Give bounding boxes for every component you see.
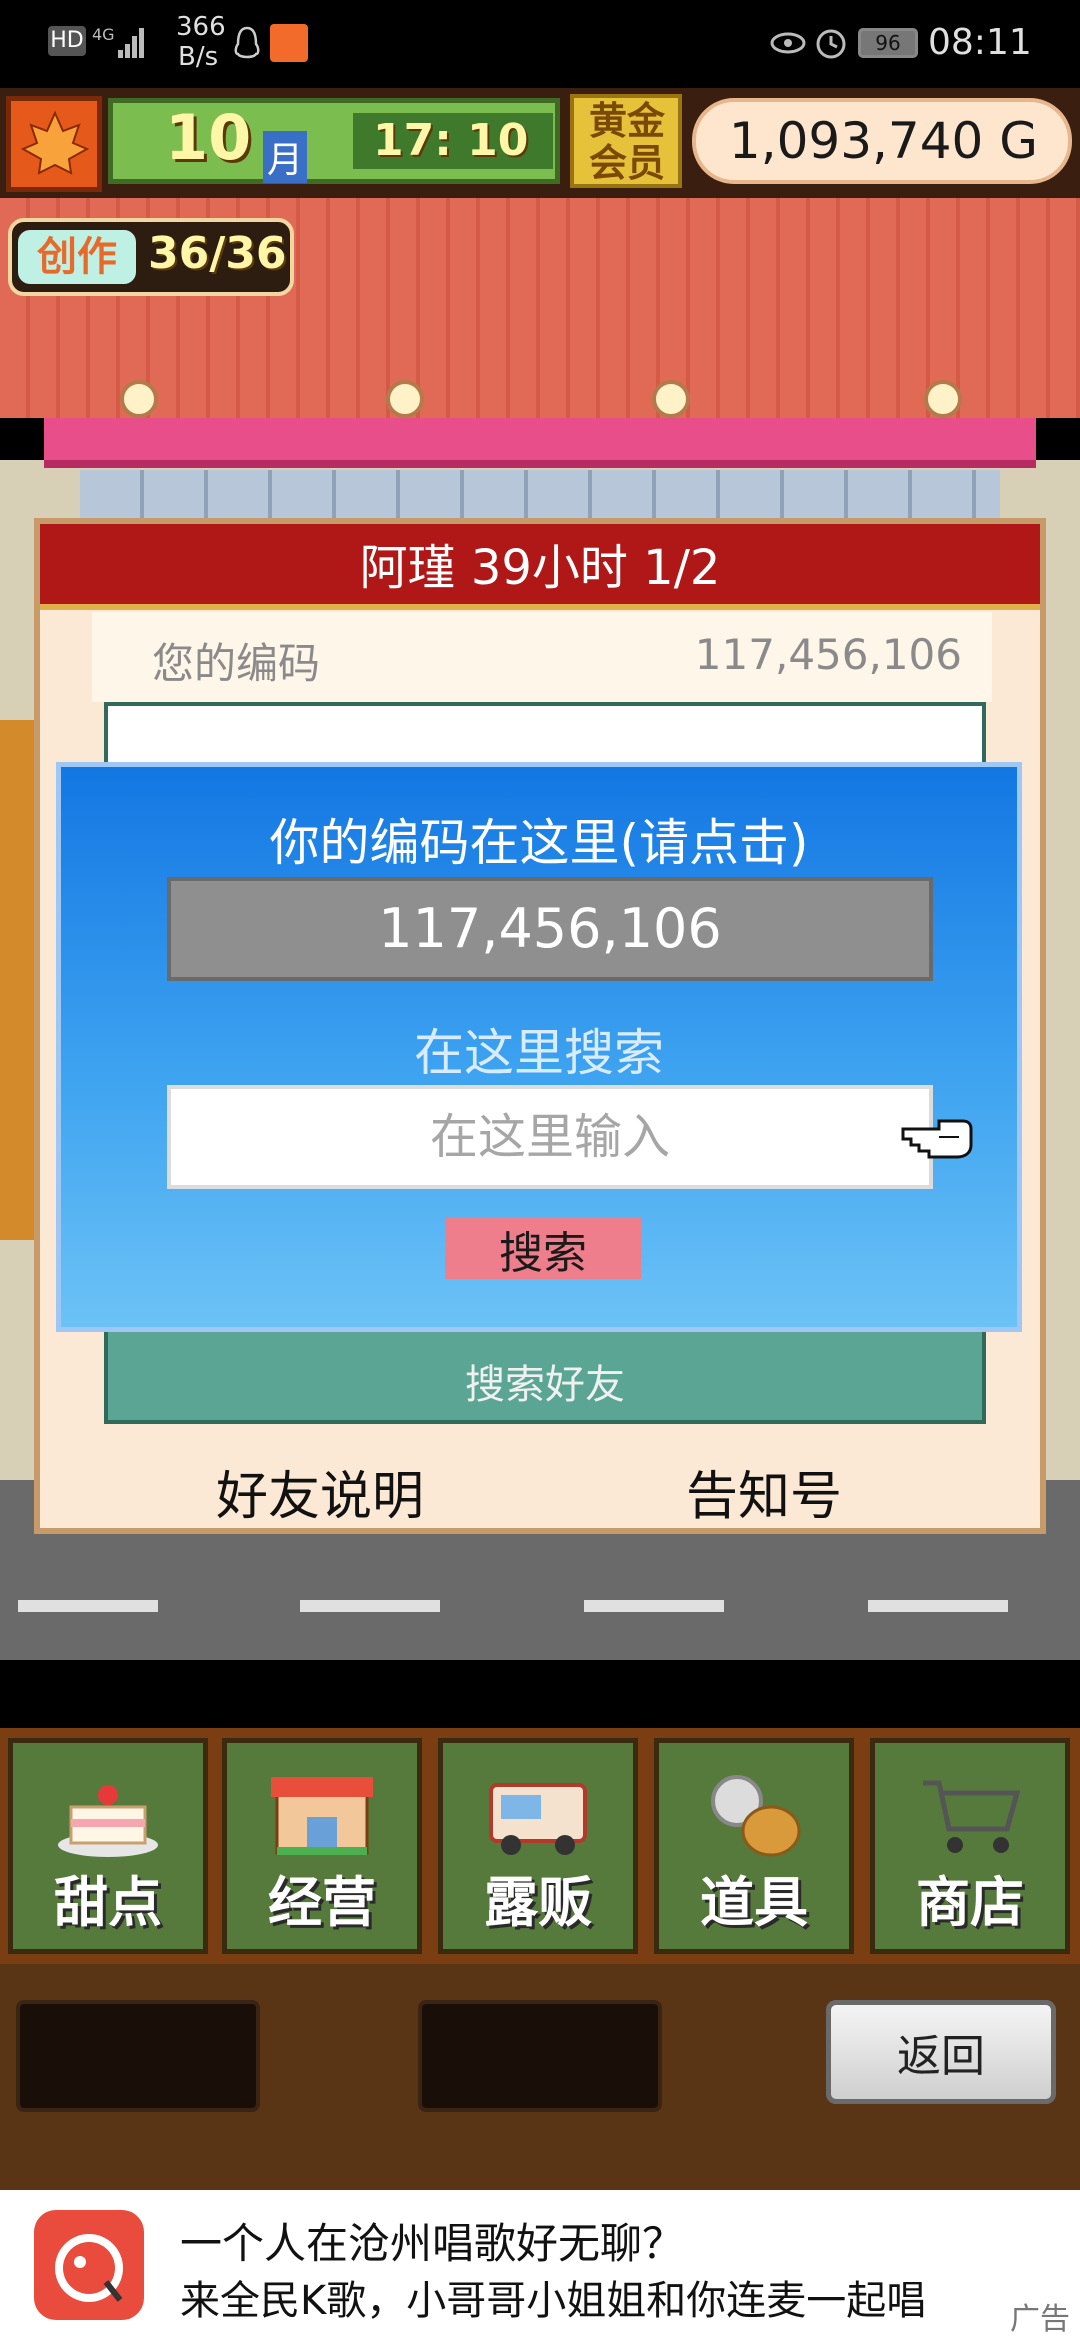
- lamp-icon: [386, 380, 424, 418]
- search-friend-button[interactable]: 搜索好友: [108, 1352, 982, 1410]
- empty-slot: [418, 2000, 662, 2112]
- my-code-field[interactable]: 117,456,106: [167, 877, 933, 981]
- my-code-label: 您的编码: [152, 639, 321, 688]
- signal-icon: 4G: [92, 20, 148, 60]
- lane-marking: [300, 1600, 440, 1612]
- game-time: 17: 10: [373, 115, 529, 166]
- friend-panel-title: 阿瑾 39小时 1/2: [359, 540, 721, 596]
- maple-leaf-icon: [19, 109, 91, 181]
- menu-label: 道具: [700, 1871, 808, 1934]
- gold-amount: 1,093,740 G: [728, 112, 1038, 170]
- gold-counter: 1,093,740 G: [692, 98, 1072, 184]
- alarm-icon: [814, 26, 848, 60]
- lane-marking: [868, 1600, 1008, 1612]
- create-counter[interactable]: 创作 36/36: [8, 218, 294, 296]
- menu-label: 露贩: [484, 1871, 592, 1934]
- eye-icon: [770, 30, 806, 56]
- friend-panel-header: 阿瑾 39小时 1/2: [40, 524, 1040, 610]
- qq-icon: [232, 26, 262, 60]
- month-number: 10: [165, 101, 252, 174]
- network-speed: 366: [176, 12, 226, 42]
- karaoke-app-icon[interactable]: [34, 2210, 144, 2320]
- menu-item-stall[interactable]: 露贩: [438, 1738, 638, 1954]
- season-button[interactable]: [6, 96, 102, 192]
- food-truck-icon: [483, 1763, 593, 1863]
- shop-icon: [267, 1763, 377, 1863]
- lamp-icon: [924, 380, 962, 418]
- vip-label: 黄金会员: [588, 99, 665, 185]
- ad-tag: 广告: [1010, 2302, 1070, 2337]
- menu-item-items[interactable]: 道具: [654, 1738, 854, 1954]
- lane-marking: [584, 1600, 724, 1612]
- search-title: 在这里搜索: [414, 1024, 664, 1082]
- my-code-row[interactable]: 您的编码 117,456,106: [92, 612, 992, 702]
- scene-divider: [0, 1660, 1080, 1728]
- pointing-hand-icon: [899, 1111, 975, 1163]
- friend-list-header: [108, 706, 982, 766]
- menu-label: 经营: [268, 1871, 376, 1934]
- menu-item-store[interactable]: 商店: [870, 1738, 1070, 1954]
- create-value: 36/36: [148, 228, 287, 279]
- status-bar: HD 4G 366 B/s 96 08:11: [0, 0, 1080, 88]
- notice-id-button[interactable]: 告知号: [686, 1454, 842, 1529]
- battery-level: 96: [875, 31, 901, 55]
- network-speed-unit: B/s: [178, 42, 219, 72]
- search-button[interactable]: 搜索: [445, 1217, 641, 1279]
- hd-icon: HD: [48, 26, 86, 56]
- my-code-value: 117,456,106: [694, 630, 962, 679]
- ad-headline: 一个人在沧州唱歌好无聊？: [180, 2219, 685, 2268]
- svg-text:4G: 4G: [92, 25, 115, 44]
- date-box: 10 月 17: 10: [108, 98, 560, 184]
- clock: 08:11: [928, 22, 1032, 63]
- ad-subline: 来全民K歌，小哥哥小姐姐和你连麦一起唱: [180, 2278, 927, 2324]
- search-modal: 你的编码在这里(请点击) 117,456,106 在这里搜索 搜索: [56, 762, 1022, 1332]
- app-notification-icon: [270, 24, 308, 62]
- menu-label: 甜点: [54, 1871, 162, 1934]
- friend-help-button[interactable]: 好友说明: [216, 1454, 424, 1529]
- bottom-area: 返回: [0, 1964, 1080, 2190]
- shop-awning: [44, 418, 1036, 468]
- modal-title: 你的编码在这里(请点击): [269, 814, 809, 872]
- shop-roof: 创作 36/36: [0, 198, 1080, 418]
- ad-banner[interactable]: 一个人在沧州唱歌好无聊？ 来全民K歌，小哥哥小姐姐和你连麦一起唱 广告: [0, 2190, 1080, 2340]
- cake-icon: [53, 1763, 163, 1863]
- items-icon: [699, 1763, 809, 1863]
- lamp-icon: [652, 380, 690, 418]
- battery-icon: 96: [858, 28, 918, 58]
- search-input[interactable]: [167, 1085, 933, 1189]
- menu-label: 商店: [916, 1871, 1024, 1934]
- cart-icon: [915, 1763, 1025, 1863]
- menu-item-manage[interactable]: 经营: [222, 1738, 422, 1954]
- empty-slot: [16, 2000, 260, 2112]
- create-label: 创作: [18, 230, 136, 284]
- month-unit: 月: [263, 131, 308, 183]
- lamp-icon: [120, 380, 158, 418]
- lane-marking: [18, 1600, 158, 1612]
- back-button[interactable]: 返回: [826, 2000, 1056, 2104]
- time-box: 17: 10: [353, 113, 553, 169]
- vip-badge[interactable]: 黄金会员: [570, 94, 682, 188]
- menu-item-dessert[interactable]: 甜点: [8, 1738, 208, 1954]
- game-hud: 10 月 17: 10 黄金会员 1,093,740 G: [0, 88, 1080, 198]
- bottom-menu: 甜点 经营 露贩 道具 商店: [0, 1728, 1080, 1964]
